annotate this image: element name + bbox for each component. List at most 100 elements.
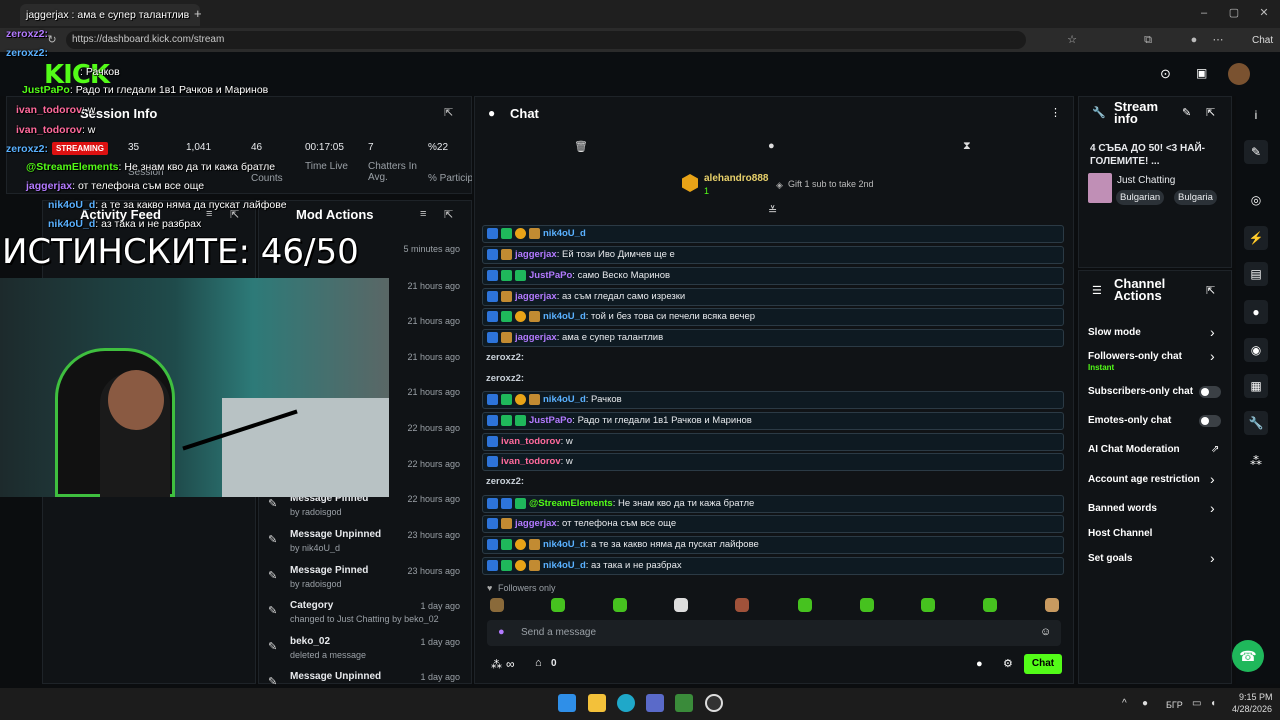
minecraft-icon[interactable] bbox=[675, 694, 693, 712]
chat-message[interactable]: @StreamElements: Не знам кво да ти кажа … bbox=[482, 495, 1064, 513]
chevron-right-icon[interactable]: › bbox=[1210, 348, 1215, 364]
extensions-icon[interactable]: ⧉ bbox=[1140, 32, 1156, 48]
emote-icon[interactable] bbox=[551, 598, 565, 612]
chat-message[interactable]: ivan_todorov: w bbox=[482, 433, 1064, 451]
document-icon[interactable]: ▤ bbox=[1244, 262, 1268, 286]
mic-tray-icon[interactable]: ● bbox=[1142, 698, 1148, 709]
explorer-icon[interactable] bbox=[588, 694, 606, 712]
chat-username[interactable]: ivan_todorov bbox=[501, 456, 561, 467]
store-app-icon[interactable] bbox=[646, 694, 664, 712]
broadcast-icon[interactable]: ◉ bbox=[1244, 338, 1268, 362]
chat-message[interactable]: jaggerjax: от телефона съм все още bbox=[482, 515, 1064, 533]
channel-action-label[interactable]: Account age restriction bbox=[1088, 474, 1200, 485]
chevron-right-icon[interactable]: › bbox=[1210, 324, 1215, 340]
volume-icon[interactable]: ◖ bbox=[1210, 698, 1216, 709]
expand-icon[interactable]: ⇱ bbox=[444, 106, 453, 119]
settings-icon[interactable]: ⚙ bbox=[1003, 657, 1013, 670]
emote-icon[interactable] bbox=[735, 598, 749, 612]
pinned-user[interactable]: alehandro888 bbox=[704, 173, 768, 184]
clock-time[interactable]: 9:15 PM bbox=[1239, 692, 1273, 702]
channel-action-label[interactable]: Banned words bbox=[1088, 503, 1157, 514]
maximize-icon[interactable]: ▢ bbox=[1226, 5, 1242, 21]
chat-message[interactable]: zeroxz2: bbox=[482, 474, 1064, 492]
clock-date[interactable]: 4/28/2026 bbox=[1232, 704, 1272, 714]
chat-message[interactable]: jaggerjax: ама е супер талантлив bbox=[482, 329, 1064, 347]
chevron-right-icon[interactable]: › bbox=[1210, 550, 1215, 566]
edit-icon[interactable]: ✎ bbox=[1182, 106, 1191, 119]
trash-icon[interactable]: 🗑 bbox=[574, 140, 588, 153]
minimize-icon[interactable]: – bbox=[1196, 5, 1212, 21]
emoji-icon[interactable]: ☺ bbox=[1040, 626, 1051, 638]
support-chat-button[interactable]: ☎ bbox=[1232, 640, 1264, 672]
chat-message[interactable]: zeroxz2: bbox=[482, 371, 1064, 389]
external-link-icon[interactable]: ⇗ bbox=[1211, 444, 1219, 455]
menu-icon[interactable]: ⋯ bbox=[1210, 32, 1226, 48]
emote-icon[interactable] bbox=[860, 598, 874, 612]
store-icon[interactable]: ⌂ bbox=[535, 657, 542, 669]
chat-username[interactable]: zeroxz2: bbox=[486, 352, 524, 363]
chat-message[interactable]: nik4oU_d: Рачков bbox=[482, 391, 1064, 409]
toggle-switch[interactable] bbox=[1199, 386, 1221, 398]
layers-icon[interactable]: ▦ bbox=[1244, 374, 1268, 398]
chat-message[interactable]: JustPaPo: Радо ти гледали 1в1 Рачков и М… bbox=[482, 412, 1064, 430]
chat-message[interactable]: JustPaPo: само Веско Маринов bbox=[482, 267, 1064, 285]
info-icon[interactable]: i bbox=[1244, 103, 1268, 127]
channel-action-label[interactable]: AI Chat Moderation bbox=[1088, 444, 1180, 455]
chat-message[interactable]: nik4oU_d: аз така и не разбрах bbox=[482, 557, 1064, 575]
chat-username[interactable]: JustPaPo bbox=[529, 270, 572, 281]
emote-icon[interactable] bbox=[798, 598, 812, 612]
camera-icon[interactable]: ◎ bbox=[1244, 188, 1268, 212]
channel-action-label[interactable]: Slow mode bbox=[1088, 327, 1141, 338]
chat-message[interactable]: jaggerjax: Ей този Иво Димчев ще е bbox=[482, 246, 1064, 264]
mic-icon[interactable]: ● bbox=[498, 626, 505, 638]
kick-points-icon[interactable]: ⁂ bbox=[491, 658, 502, 671]
bolt-icon[interactable]: ⚡ bbox=[1244, 226, 1268, 250]
chat-username[interactable]: nik4oU_d bbox=[543, 394, 586, 405]
emote-icon[interactable] bbox=[983, 598, 997, 612]
emote-icon[interactable] bbox=[674, 598, 688, 612]
gift-sub-text[interactable]: Gift 1 sub to take 2nd bbox=[788, 179, 874, 189]
chat-message[interactable]: nik4oU_d: той и без това си печели всяка… bbox=[482, 308, 1064, 326]
url-input[interactable]: https://dashboard.kick.com/stream bbox=[66, 31, 1026, 49]
emote-icon[interactable] bbox=[613, 598, 627, 612]
channel-action-label[interactable]: Emotes-only chat bbox=[1088, 415, 1171, 426]
toggle-switch[interactable] bbox=[1199, 415, 1221, 427]
chat-bubble-icon[interactable]: ● bbox=[768, 140, 775, 152]
chat-username[interactable]: jaggerjax bbox=[515, 518, 557, 529]
chat-message[interactable]: ivan_todorov: w bbox=[482, 453, 1064, 471]
chat-username[interactable]: @StreamElements bbox=[529, 498, 613, 509]
chat-username[interactable]: nik4oU_d bbox=[543, 228, 586, 239]
channel-action-label[interactable]: Set goals bbox=[1088, 553, 1132, 564]
chat-username[interactable]: zeroxz2: bbox=[486, 373, 524, 384]
chat-username[interactable]: JustPaPo bbox=[529, 415, 572, 426]
chat-username[interactable]: zeroxz2: bbox=[486, 476, 524, 487]
tray-chevron-icon[interactable]: ^ bbox=[1122, 698, 1127, 709]
close-icon[interactable]: ✕ bbox=[1256, 5, 1272, 21]
chat-message[interactable]: nik4oU_d bbox=[482, 225, 1064, 243]
network-icon[interactable]: ▭ bbox=[1192, 698, 1201, 709]
start-icon[interactable] bbox=[558, 694, 576, 712]
search-icon[interactable]: ⊙ bbox=[1160, 66, 1171, 82]
chat-message[interactable]: jaggerjax: аз съм гледал само изрезки bbox=[482, 288, 1064, 306]
chat-username[interactable]: jaggerjax bbox=[515, 291, 557, 302]
emote-icon[interactable] bbox=[921, 598, 935, 612]
chat-username[interactable]: nik4oU_d bbox=[543, 311, 586, 322]
language-indicator[interactable]: БГР bbox=[1166, 700, 1183, 710]
emote-icon[interactable] bbox=[1045, 598, 1059, 612]
obs-icon[interactable] bbox=[705, 694, 723, 712]
expand-icon[interactable]: ⇱ bbox=[444, 208, 453, 221]
category-name[interactable]: Just Chatting bbox=[1117, 175, 1175, 186]
chat-username[interactable]: jaggerjax bbox=[515, 249, 557, 260]
chat-username[interactable]: jaggerjax bbox=[515, 332, 557, 343]
collapse-icon[interactable]: ≚ bbox=[768, 204, 777, 217]
hourglass-icon[interactable]: ⧗ bbox=[963, 140, 971, 153]
avatar[interactable] bbox=[1228, 63, 1250, 85]
emote-icon[interactable] bbox=[490, 598, 504, 612]
favorite-icon[interactable]: ☆ bbox=[1064, 32, 1080, 48]
channel-action-label[interactable]: Subscribers-only chat bbox=[1088, 386, 1193, 397]
expand-icon[interactable]: ⇱ bbox=[1206, 284, 1215, 297]
chat-username[interactable]: nik4oU_d bbox=[543, 539, 586, 550]
chevron-right-icon[interactable]: › bbox=[1210, 500, 1215, 516]
chat-icon[interactable]: ● bbox=[1244, 300, 1268, 324]
edge-icon[interactable] bbox=[617, 694, 635, 712]
